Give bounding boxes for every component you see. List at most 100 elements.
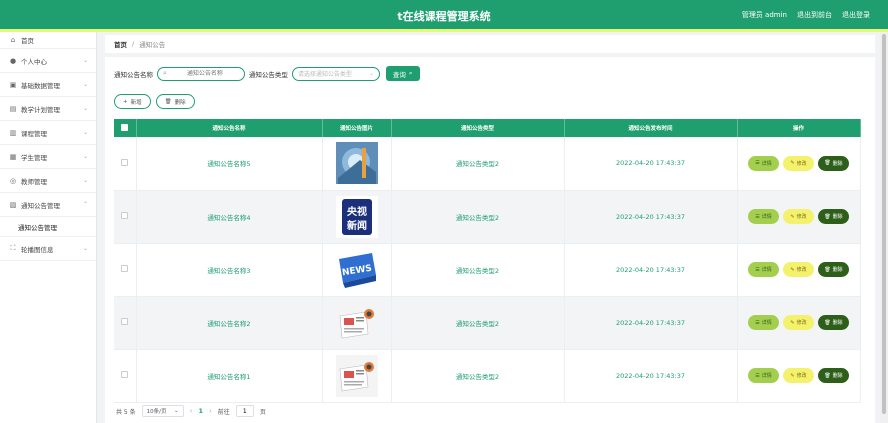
- search-icon: ⌕: [163, 69, 167, 78]
- cctv-logo-bottom-text: 新闻: [347, 219, 367, 232]
- edit-label: 修改: [797, 213, 807, 220]
- list-icon: ☰: [755, 214, 759, 220]
- sidebar-item-label: 教师管理: [21, 176, 47, 186]
- table-row: 通知公告名称1 通知公告类型2 2022-04-20 17:43:37: [114, 349, 860, 402]
- sidebar-item-basic-data[interactable]: ▣ 基础数据管理 ⌄: [0, 73, 96, 97]
- list-icon: ☰: [755, 320, 759, 326]
- sidebar-item-carousel[interactable]: ⛶ 轮播图信息 ⌄: [0, 237, 96, 261]
- notice-time-cell: 2022-04-20 17:43:37: [564, 190, 737, 243]
- type-select[interactable]: 请选择通知公告类型 ⌄: [292, 67, 380, 81]
- notice-time-cell: 2022-04-20 17:43:37: [564, 243, 737, 296]
- detail-button[interactable]: ☰详情: [748, 262, 779, 277]
- sidebar-item-label: 个人中心: [21, 56, 47, 66]
- student-icon: ▦: [9, 153, 17, 161]
- edit-button[interactable]: ✎修改: [783, 262, 814, 277]
- sidebar-subitem-notice-management[interactable]: 通知公告管理: [0, 217, 96, 237]
- sidebar-item-teacher[interactable]: ◎ 教师管理 ⌄: [0, 169, 96, 193]
- notice-type-cell: 通知公告类型2: [391, 190, 564, 243]
- edit-button[interactable]: ✎修改: [783, 368, 814, 383]
- page-unit-label: 页: [260, 407, 266, 416]
- select-all-checkbox[interactable]: [121, 124, 128, 131]
- scrollbar-thumb[interactable]: [882, 34, 886, 414]
- sidebar: ⌂ 首页 ● 个人中心 ⌄ ▣ 基础数据管理 ⌄ ▤ 教学计划管理 ⌄ ▥ 课程…: [0, 32, 97, 423]
- row-checkbox[interactable]: [121, 159, 128, 166]
- trash-icon: 🗑: [824, 320, 830, 326]
- breadcrumb-home[interactable]: 首页: [114, 39, 127, 49]
- current-page-number[interactable]: 1: [198, 407, 203, 415]
- delete-button[interactable]: 🗑删除: [818, 209, 849, 224]
- sidebar-item-profile[interactable]: ● 个人中心 ⌄: [0, 49, 96, 73]
- sidebar-item-teaching-plan[interactable]: ▤ 教学计划管理 ⌄: [0, 97, 96, 121]
- chevron-down-icon: ⌄: [83, 177, 88, 184]
- name-search-label: 通知公告名称: [114, 69, 153, 79]
- column-header: 通知公告发布时间: [564, 119, 737, 137]
- sidebar-item-course[interactable]: ▥ 课程管理 ⌄: [0, 121, 96, 145]
- name-search-input[interactable]: [171, 70, 239, 77]
- carousel-icon: ⛶: [9, 245, 17, 253]
- detail-button[interactable]: ☰详情: [748, 209, 779, 224]
- detail-button[interactable]: ☰详情: [748, 315, 779, 330]
- chevron-down-icon: ⌄: [83, 57, 88, 64]
- total-count: 共 5 条: [116, 407, 136, 416]
- notice-time-cell: 2022-04-20 17:43:37: [564, 296, 737, 349]
- top-header: t在线课程管理系统 管理员 admin 退出到前台 退出登录: [0, 0, 888, 29]
- row-checkbox[interactable]: [121, 212, 128, 219]
- goto-label: 前往: [218, 407, 230, 416]
- course-icon: ▥: [9, 129, 17, 137]
- sidebar-item-home[interactable]: ⌂ 首页: [0, 32, 96, 49]
- edit-icon: ✎: [790, 160, 794, 166]
- row-checkbox[interactable]: [121, 265, 128, 272]
- news-sign-image: NEWS: [336, 249, 378, 291]
- content-panel: 通知公告名称 ⌕ 通知公告类型 请选择通知公告类型 ⌄ 查询 ⌕ + 新增 🗑: [105, 57, 875, 423]
- delete-button[interactable]: 🗑删除: [818, 262, 849, 277]
- logout-link[interactable]: 退出登录: [842, 10, 870, 20]
- prev-page-button[interactable]: ‹: [190, 407, 193, 415]
- notice-name-cell: 通知公告名称4: [136, 190, 322, 243]
- detail-label: 详情: [762, 372, 772, 379]
- notice-type-cell: 通知公告类型2: [391, 296, 564, 349]
- trash-icon: 🗑: [824, 160, 830, 166]
- chevron-down-icon: ⌄: [83, 129, 88, 136]
- edit-button[interactable]: ✎修改: [783, 209, 814, 224]
- notice-name-cell: 通知公告名称2: [136, 296, 322, 349]
- sidebar-item-notice[interactable]: ▧ 通知公告管理 ⌃: [0, 193, 96, 217]
- cctv-news-logo-image: 央视 新闻: [336, 196, 378, 238]
- delete-button[interactable]: 🗑删除: [818, 368, 849, 383]
- breadcrumb-separator: /: [132, 40, 134, 48]
- row-checkbox[interactable]: [121, 318, 128, 325]
- add-button-label: 新增: [131, 98, 142, 106]
- trash-icon: 🗑: [165, 99, 172, 105]
- page-size-select[interactable]: 10条/页 ⌄: [142, 405, 184, 417]
- trash-icon: 🗑: [824, 267, 830, 273]
- batch-delete-button[interactable]: 🗑 删除: [156, 94, 195, 109]
- delete-button[interactable]: 🗑删除: [818, 156, 849, 171]
- list-icon: ☰: [755, 267, 759, 273]
- type-select-placeholder: 请选择通知公告类型: [298, 69, 352, 78]
- teacher-icon: ◎: [9, 177, 17, 185]
- list-icon: ☰: [755, 160, 759, 166]
- page-scrollbar[interactable]: [880, 32, 888, 423]
- delete-button[interactable]: 🗑删除: [818, 315, 849, 330]
- trash-icon: 🗑: [824, 214, 830, 220]
- row-checkbox[interactable]: [121, 371, 128, 378]
- next-page-button[interactable]: ›: [209, 407, 212, 415]
- chevron-down-icon: ⌄: [369, 70, 374, 77]
- sidebar-item-student[interactable]: ▦ 学生管理 ⌄: [0, 145, 96, 169]
- back-to-frontend-link[interactable]: 退出到前台: [797, 10, 832, 20]
- list-icon: ☰: [755, 373, 759, 379]
- add-button[interactable]: + 新增: [114, 94, 151, 109]
- edit-button[interactable]: ✎修改: [783, 315, 814, 330]
- plus-icon: +: [123, 99, 128, 105]
- data-icon: ▣: [9, 81, 17, 89]
- detail-button[interactable]: ☰详情: [748, 156, 779, 171]
- edit-button[interactable]: ✎修改: [783, 156, 814, 171]
- main-content: 首页 / 通知公告 通知公告名称 ⌕ 通知公告类型 请选择通知公告类型 ⌄ 查询…: [105, 32, 875, 423]
- notice-icon: ▧: [9, 201, 17, 209]
- notice-type-cell: 通知公告类型2: [391, 137, 564, 190]
- query-button[interactable]: 查询 ⌕: [386, 66, 420, 81]
- column-header: 操作: [737, 119, 860, 137]
- home-icon: ⌂: [9, 36, 17, 44]
- notice-name-cell: 通知公告名称5: [136, 137, 322, 190]
- goto-page-input[interactable]: [236, 405, 254, 417]
- detail-button[interactable]: ☰详情: [748, 368, 779, 383]
